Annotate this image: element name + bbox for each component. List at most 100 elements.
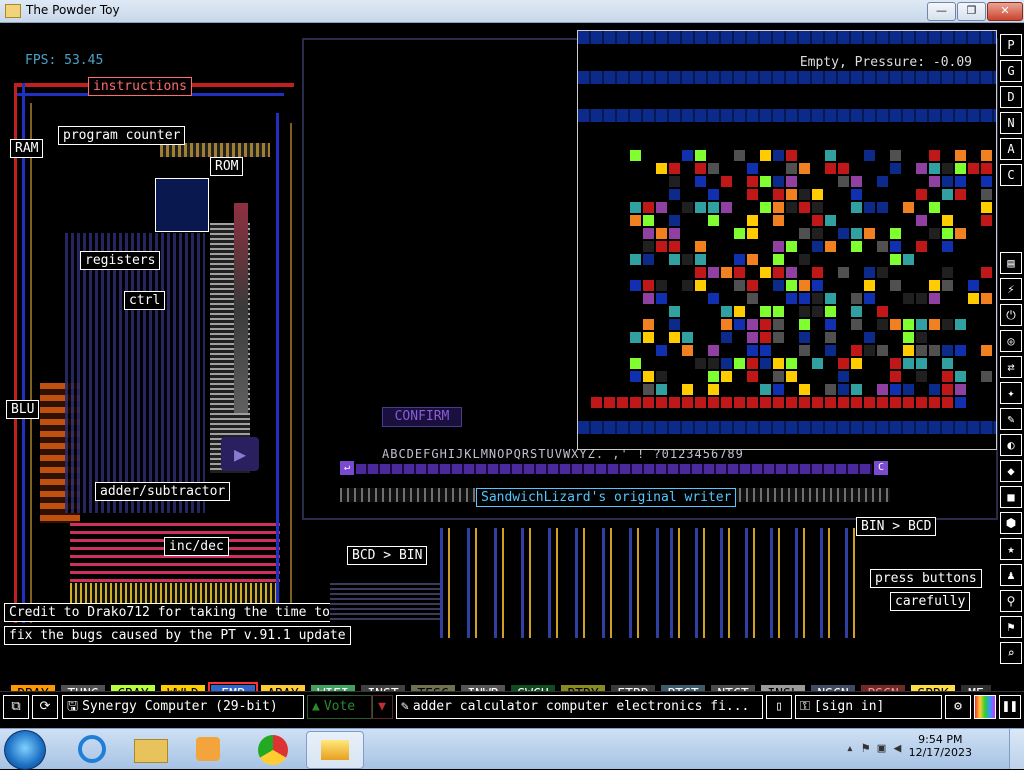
tool-button-d[interactable]: D bbox=[1000, 86, 1022, 108]
category-icon-5[interactable]: ✦ bbox=[1000, 382, 1022, 404]
credit-line2: fix the bugs caused by the PT v.91.1 upd… bbox=[4, 626, 351, 645]
element-wifi[interactable]: WIFI bbox=[310, 684, 356, 691]
open-save-icon[interactable]: ⧉ bbox=[3, 695, 29, 719]
zoom-pixel bbox=[786, 189, 797, 200]
zoom-pixel bbox=[760, 384, 771, 395]
zoom-pixel bbox=[747, 189, 758, 200]
zoom-pixel bbox=[656, 345, 667, 356]
start-button[interactable] bbox=[4, 730, 46, 770]
clock[interactable]: 9:54 PM 12/17/2023 bbox=[909, 733, 972, 759]
vote-down-button[interactable]: ▼ bbox=[371, 695, 393, 719]
zoom-pixel bbox=[643, 384, 654, 395]
element-swch[interactable]: SWCH bbox=[510, 684, 556, 691]
backspace-key[interactable]: ↵ bbox=[340, 461, 354, 475]
category-icon-13[interactable]: ⚲ bbox=[1000, 590, 1022, 612]
element-nscn[interactable]: NSCN bbox=[810, 684, 856, 691]
play-icon[interactable]: ▶ bbox=[221, 437, 259, 471]
vote-up-button[interactable]: ▲ Vote bbox=[307, 695, 373, 719]
category-icon-15[interactable]: ⌕ bbox=[1000, 642, 1022, 664]
element-tesc[interactable]: TESC bbox=[410, 684, 456, 691]
reload-icon[interactable]: ⟳ bbox=[32, 695, 58, 719]
category-icon-8[interactable]: ◆ bbox=[1000, 460, 1022, 482]
category-icon-12[interactable]: ♟ bbox=[1000, 564, 1022, 586]
element-pscn[interactable]: PSCN bbox=[860, 684, 906, 691]
category-icon-2[interactable]: ⏻ bbox=[1000, 304, 1022, 326]
blu-label: BLU bbox=[6, 400, 40, 419]
category-icon-10[interactable]: ⬢ bbox=[1000, 512, 1022, 534]
sign-in-label: [sign in] bbox=[813, 699, 885, 714]
element-sprk[interactable]: SPRK bbox=[910, 684, 956, 691]
sign-in-button[interactable]: ⚿ [sign in] bbox=[795, 695, 942, 719]
zoom-pixel bbox=[799, 345, 810, 356]
category-icon-7[interactable]: ◐ bbox=[1000, 434, 1022, 456]
zoom-pixel bbox=[708, 189, 719, 200]
zoom-pixel bbox=[981, 150, 992, 161]
tool-button-n[interactable]: N bbox=[1000, 112, 1022, 134]
minimize-button[interactable]: — bbox=[927, 2, 956, 21]
element-tung[interactable]: TUNG bbox=[60, 684, 106, 691]
zoom-pixel bbox=[747, 254, 758, 265]
zoom-pixel bbox=[630, 215, 641, 226]
category-icon-14[interactable]: ⚑ bbox=[1000, 616, 1022, 638]
category-icon-3[interactable]: ◎ bbox=[1000, 330, 1022, 352]
category-icon-11[interactable]: ★ bbox=[1000, 538, 1022, 560]
element-aray[interactable]: ARAY bbox=[260, 684, 306, 691]
original-writer-label: SandwichLizard's original writer bbox=[476, 488, 737, 507]
new-save-button[interactable]: ▯ bbox=[766, 695, 792, 719]
zoom-pixel bbox=[929, 293, 940, 304]
window-title: The Powder Toy bbox=[26, 3, 120, 17]
simulation-canvas[interactable]: FPS: 53.45 instructions program counter … bbox=[0, 23, 1024, 691]
zoom-pixel bbox=[916, 163, 927, 174]
zoom-pixel bbox=[656, 384, 667, 395]
zoom-pixel bbox=[851, 176, 862, 187]
tags-button[interactable]: ✎ adder calculator computer electronics f… bbox=[396, 695, 763, 719]
element-inst[interactable]: INST bbox=[360, 684, 406, 691]
element-ptct[interactable]: PTCT bbox=[660, 684, 706, 691]
element-dray[interactable]: DRAY bbox=[10, 684, 56, 691]
zoom-pixel bbox=[955, 397, 966, 408]
element-insl[interactable]: INSL bbox=[760, 684, 806, 691]
element-cray[interactable]: CRAY bbox=[110, 684, 156, 691]
tool-button-c[interactable]: C bbox=[1000, 164, 1022, 186]
element-emp[interactable]: EMP bbox=[208, 682, 258, 691]
tool-button-a[interactable]: A bbox=[1000, 138, 1022, 160]
category-icon-1[interactable]: ⚡ bbox=[1000, 278, 1022, 300]
show-desktop-button[interactable] bbox=[1009, 729, 1024, 769]
element-ntct[interactable]: NTCT bbox=[710, 684, 756, 691]
tool-button-p[interactable]: P bbox=[1000, 34, 1022, 56]
chrome-icon[interactable] bbox=[246, 731, 302, 767]
zoom-pixel bbox=[812, 293, 823, 304]
pause-icon[interactable]: ❚❚ bbox=[999, 695, 1021, 719]
tool-button-g[interactable]: G bbox=[1000, 60, 1022, 82]
render-options-icon[interactable] bbox=[974, 695, 996, 719]
ie-icon[interactable] bbox=[64, 731, 120, 767]
media-player-icon[interactable] bbox=[180, 731, 236, 767]
bin-converter-circuit bbox=[670, 528, 870, 638]
element-btry[interactable]: BTRY bbox=[560, 684, 606, 691]
element-inwr[interactable]: INWR bbox=[460, 684, 506, 691]
element-wwld[interactable]: WWLD bbox=[160, 684, 206, 691]
confirm-button[interactable]: CONFIRM bbox=[382, 407, 462, 427]
category-icon-4[interactable]: ⇄ bbox=[1000, 356, 1022, 378]
save-name-button[interactable]: 🖫 Synergy Computer (29-bit) bbox=[62, 695, 304, 719]
clear-key[interactable]: C bbox=[874, 461, 888, 475]
category-icon-6[interactable]: ✎ bbox=[1000, 408, 1022, 430]
tags-text: adder calculator computer electronics fi… bbox=[412, 699, 750, 714]
zoom-pixel bbox=[669, 228, 680, 239]
zoom-pixel bbox=[916, 319, 927, 330]
settings-icon[interactable]: ⚙ bbox=[945, 695, 971, 719]
tray-icons[interactable]: ▴⚑▣◀ bbox=[846, 741, 909, 756]
zoom-pixel bbox=[864, 280, 875, 291]
zoom-pixel bbox=[669, 306, 680, 317]
zoom-pixel bbox=[903, 345, 914, 356]
close-button[interactable]: ✕ bbox=[987, 2, 1023, 21]
element-etrd[interactable]: ETRD bbox=[610, 684, 656, 691]
powder-toy-taskbar-button[interactable] bbox=[306, 731, 364, 769]
zoom-pixel bbox=[851, 358, 862, 369]
category-icon-0[interactable]: ▤ bbox=[1000, 252, 1022, 274]
zoom-pixel bbox=[643, 280, 654, 291]
explorer-icon[interactable] bbox=[122, 731, 178, 767]
category-icon-9[interactable]: ■ bbox=[1000, 486, 1022, 508]
maximize-button[interactable]: ❐ bbox=[957, 2, 986, 21]
element-me[interactable]: ME bbox=[960, 684, 992, 691]
